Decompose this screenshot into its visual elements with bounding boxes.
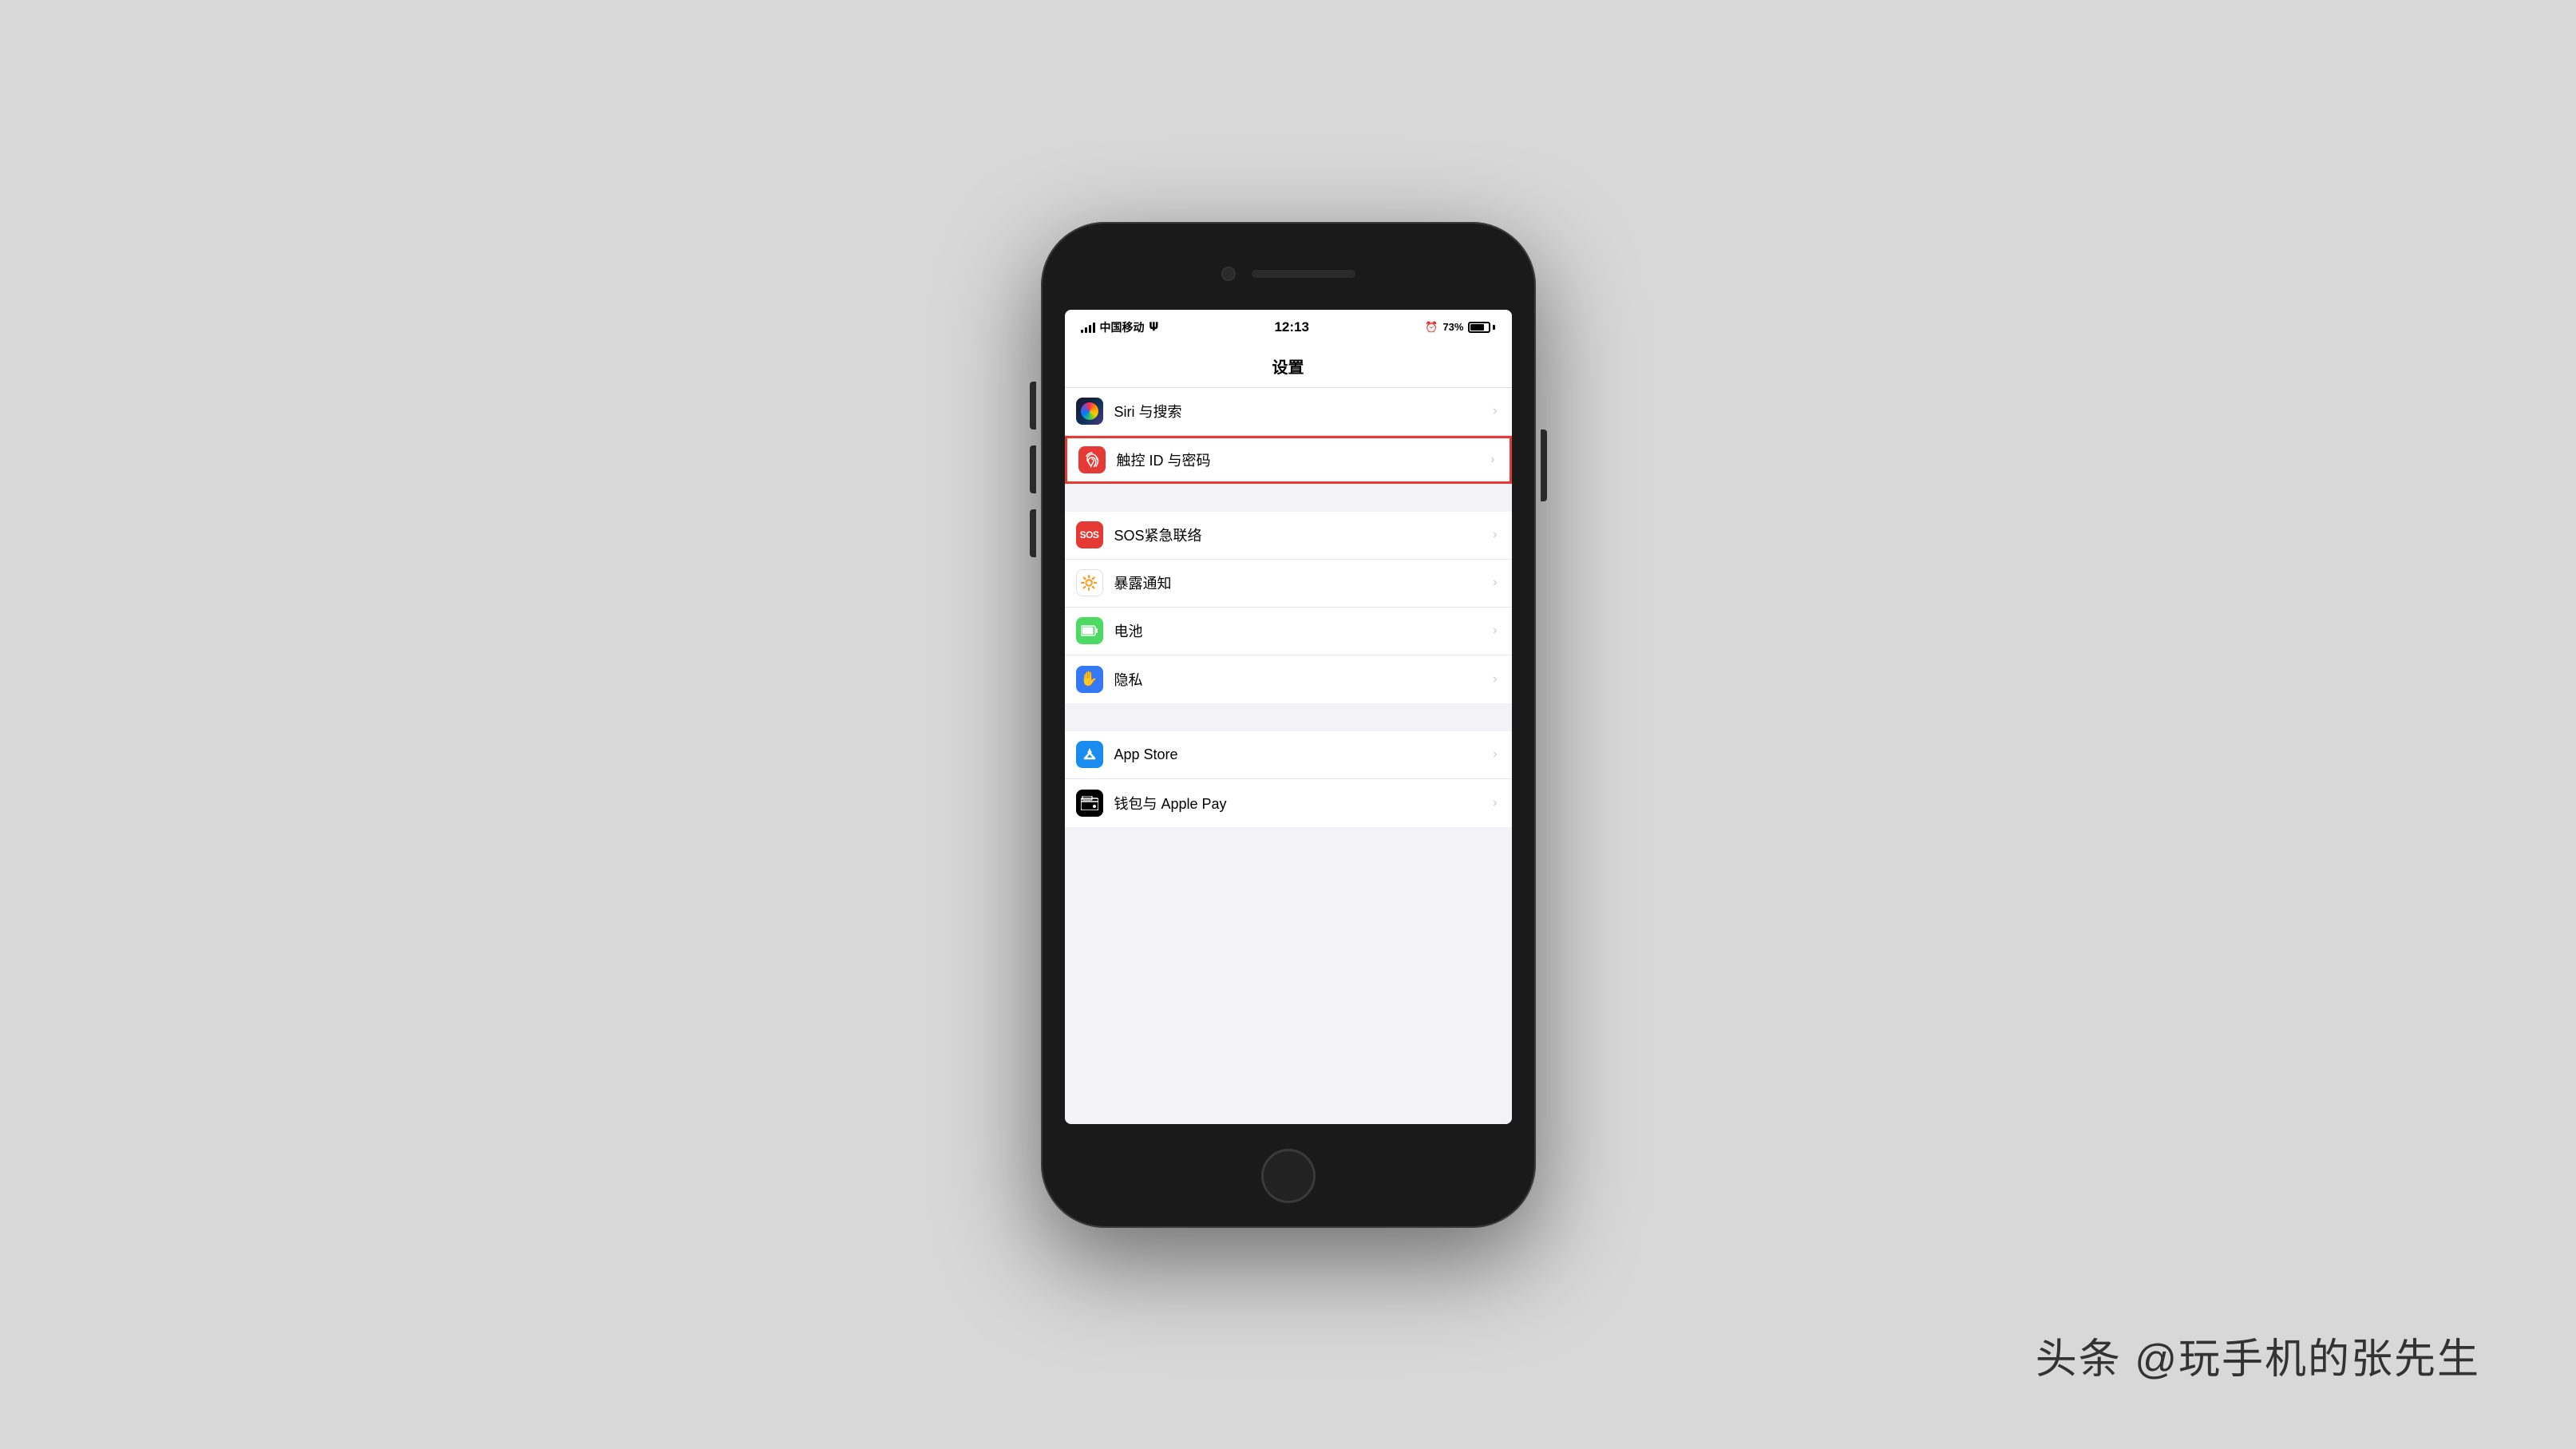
sos-row[interactable]: SOS SOS紧急联络 › xyxy=(1065,512,1512,560)
watermark: 头条 @玩手机的张先生 xyxy=(2036,1325,2480,1385)
sos-icon: SOS xyxy=(1076,521,1103,548)
appstore-icon xyxy=(1076,741,1103,768)
sos-chevron-icon: › xyxy=(1493,528,1497,542)
battery-icon xyxy=(1468,322,1495,333)
battery-row[interactable]: 电池 › xyxy=(1065,608,1512,655)
wallet-chevron-icon: › xyxy=(1493,796,1497,810)
settings-list: Siri 与搜索 › xyxy=(1065,388,1512,1124)
battery-row-icon xyxy=(1076,617,1103,644)
exposure-row[interactable]: 🔆 暴露通知 › xyxy=(1065,560,1512,608)
exposure-chevron-icon: › xyxy=(1493,576,1497,590)
touchid-chevron-icon: › xyxy=(1490,453,1494,467)
touchid-label: 触控 ID 与密码 xyxy=(1117,449,1485,470)
battery-percent: 73% xyxy=(1442,321,1463,333)
sos-label: SOS紧急联络 xyxy=(1114,525,1487,545)
wifi-icon: 𝚿 xyxy=(1150,320,1159,334)
gap-1 xyxy=(1065,484,1512,512)
status-bar: 中国移动 𝚿 12:13 ⏰ 73% xyxy=(1065,310,1512,345)
privacy-label: 隐私 xyxy=(1114,669,1487,690)
touchid-icon xyxy=(1078,446,1106,473)
section-2: SOS SOS紧急联络 › 🔆 暴露通知 › xyxy=(1065,512,1512,703)
camera xyxy=(1221,267,1236,281)
privacy-chevron-icon: › xyxy=(1493,672,1497,687)
privacy-icon: ✋ xyxy=(1076,666,1103,693)
carrier-name: 中国移动 xyxy=(1100,319,1145,335)
appstore-row[interactable]: App Store › xyxy=(1065,731,1512,779)
battery-chevron-icon: › xyxy=(1493,624,1497,638)
status-left: 中国移动 𝚿 xyxy=(1081,319,1159,335)
status-time: 12:13 xyxy=(1274,319,1308,335)
appstore-chevron-icon: › xyxy=(1493,747,1497,762)
battery-label: 电池 xyxy=(1114,620,1487,641)
touchid-row[interactable]: 触控 ID 与密码 › xyxy=(1065,436,1512,484)
wallet-row[interactable]: 钱包与 Apple Pay › xyxy=(1065,779,1512,827)
screen: 中国移动 𝚿 12:13 ⏰ 73% 设置 xyxy=(1065,310,1512,1124)
signal-icon xyxy=(1081,322,1095,333)
nav-title: 设置 xyxy=(1065,345,1512,388)
section-3: App Store › 钱包与 Apple Pay › xyxy=(1065,731,1512,827)
page-title: 设置 xyxy=(1272,354,1304,378)
status-right: ⏰ 73% xyxy=(1425,321,1495,334)
section-1: Siri 与搜索 › xyxy=(1065,388,1512,484)
siri-label: Siri 与搜索 xyxy=(1114,401,1487,422)
siri-row[interactable]: Siri 与搜索 › xyxy=(1065,388,1512,436)
alarm-icon: ⏰ xyxy=(1425,321,1438,334)
exposure-icon: 🔆 xyxy=(1076,569,1103,596)
wallet-icon xyxy=(1076,790,1103,817)
phone-top xyxy=(1041,222,1536,310)
exposure-label: 暴露通知 xyxy=(1114,572,1487,593)
privacy-row[interactable]: ✋ 隐私 › xyxy=(1065,655,1512,703)
appstore-label: App Store xyxy=(1114,746,1487,763)
siri-chevron-icon: › xyxy=(1493,404,1497,418)
wallet-label: 钱包与 Apple Pay xyxy=(1114,793,1487,814)
home-button[interactable] xyxy=(1261,1149,1316,1203)
speaker xyxy=(1252,270,1355,278)
phone-device: 中国移动 𝚿 12:13 ⏰ 73% 设置 xyxy=(1041,222,1536,1228)
gap-2 xyxy=(1065,703,1512,731)
siri-icon xyxy=(1076,398,1103,425)
phone-bottom xyxy=(1261,1124,1316,1228)
